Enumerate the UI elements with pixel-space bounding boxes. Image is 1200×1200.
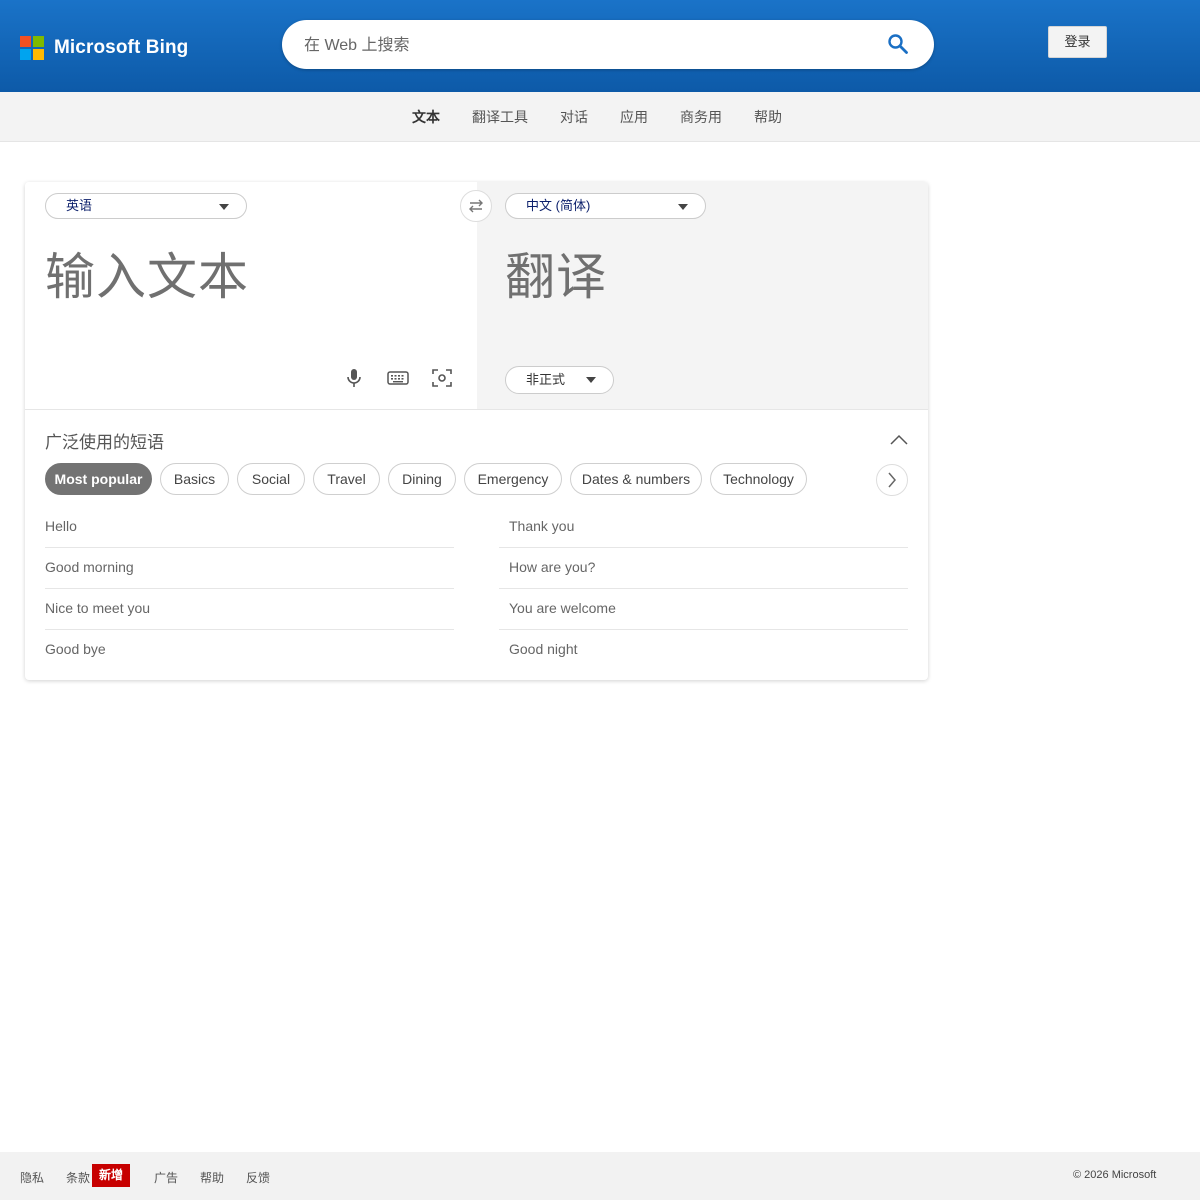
category-chip-most-popular[interactable]: Most popular [45, 463, 152, 495]
search-input[interactable] [302, 20, 876, 71]
footer-link-terms[interactable]: 条款 [66, 1169, 90, 1186]
target-language-label: 中文 (简体) [526, 198, 591, 213]
keyboard-icon[interactable] [386, 366, 410, 390]
category-chip-social[interactable]: Social [237, 463, 305, 495]
category-chip-technology[interactable]: Technology [710, 463, 807, 495]
section-divider [25, 409, 928, 410]
next-categories-button[interactable] [876, 464, 908, 496]
camera-scan-icon[interactable] [430, 366, 454, 390]
category-chip-dining[interactable]: Dining [388, 463, 456, 495]
chevron-down-icon [678, 204, 688, 210]
swap-languages-button[interactable] [460, 190, 492, 222]
copyright-text: © 2026 Microsoft [1073, 1169, 1157, 1181]
header-bar: Microsoft Bing 登录 [0, 0, 1200, 92]
swap-icon [469, 199, 483, 213]
phrase-text: Good bye [45, 641, 106, 657]
phrase-item[interactable]: Good night [499, 630, 908, 671]
phrase-text: Good night [509, 641, 578, 657]
nav-item-business[interactable]: 商务用 [664, 92, 738, 142]
phrase-item[interactable]: Thank you [499, 507, 908, 548]
translation-output: 翻译 [505, 248, 607, 306]
search-box[interactable] [282, 20, 934, 71]
phrase-text: Hello [45, 518, 77, 534]
search-icon[interactable] [886, 32, 910, 56]
microphone-icon[interactable] [342, 366, 366, 390]
target-language-select[interactable]: 中文 (简体) [505, 193, 706, 219]
nav-item-translator-tools[interactable]: 翻译工具 [456, 92, 544, 142]
phrase-text: Good morning [45, 559, 134, 575]
source-language-select[interactable]: 英语 [45, 193, 247, 219]
phrase-item[interactable]: Nice to meet you [45, 589, 454, 630]
chevron-up-icon[interactable] [889, 432, 909, 446]
category-chip-basics[interactable]: Basics [160, 463, 229, 495]
source-panel: 英语 输入文本 [25, 182, 477, 410]
footer-link-advertise[interactable]: 广告 [154, 1169, 178, 1186]
tone-label: 非正式 [526, 372, 566, 387]
signin-button[interactable]: 登录 [1048, 26, 1107, 58]
microsoft-logo-icon [20, 36, 44, 60]
phrase-text: You are welcome [509, 600, 616, 616]
footer: 隐私 条款 新增 广告 帮助 反馈 © 2026 Microsoft [0, 1152, 1200, 1200]
translator-nav: 文本 翻译工具 对话 应用 商务用 帮助 [0, 92, 1200, 142]
phrases-heading: 广泛使用的短语 [45, 433, 164, 452]
tone-select[interactable]: 非正式 [505, 366, 614, 394]
category-chip-travel[interactable]: Travel [313, 463, 380, 495]
phrase-text: Nice to meet you [45, 600, 151, 616]
source-language-label: 英语 [66, 198, 93, 213]
source-text-input[interactable]: 输入文本 [45, 250, 249, 305]
category-chip-dates-numbers[interactable]: Dates & numbers [570, 463, 702, 495]
phrase-text: How are you? [509, 559, 596, 575]
phrase-item[interactable]: You are welcome [499, 589, 908, 630]
nav-item-text[interactable]: 文本 [396, 92, 456, 142]
phrase-item[interactable]: Good bye [45, 630, 454, 671]
footer-link-feedback[interactable]: 反馈 [246, 1169, 270, 1186]
phrase-text: Thank you [509, 518, 575, 534]
chevron-down-icon [586, 377, 596, 383]
footer-link-privacy[interactable]: 隐私 [20, 1169, 44, 1186]
phrase-item[interactable]: Hello [45, 507, 454, 548]
footer-link-help[interactable]: 帮助 [200, 1169, 224, 1186]
nav-item-help[interactable]: 帮助 [738, 92, 798, 142]
bing-logo[interactable]: Microsoft Bing [20, 36, 188, 60]
phrase-item[interactable]: How are you? [499, 548, 908, 589]
new-badge: 新增 [92, 1164, 130, 1187]
translator-card: 英语 输入文本 中文 (简体) 翻译 非正式 广泛使用的短语 Most popu… [25, 182, 928, 680]
chevron-down-icon [219, 204, 229, 210]
target-panel: 中文 (简体) 翻译 非正式 [477, 182, 928, 410]
brand-name: Microsoft Bing [54, 37, 189, 58]
nav-item-conversation[interactable]: 对话 [544, 92, 604, 142]
category-chip-emergency[interactable]: Emergency [464, 463, 562, 495]
nav-item-apps[interactable]: 应用 [604, 92, 664, 142]
phrase-item[interactable]: Good morning [45, 548, 454, 589]
chevron-right-icon [888, 472, 896, 488]
